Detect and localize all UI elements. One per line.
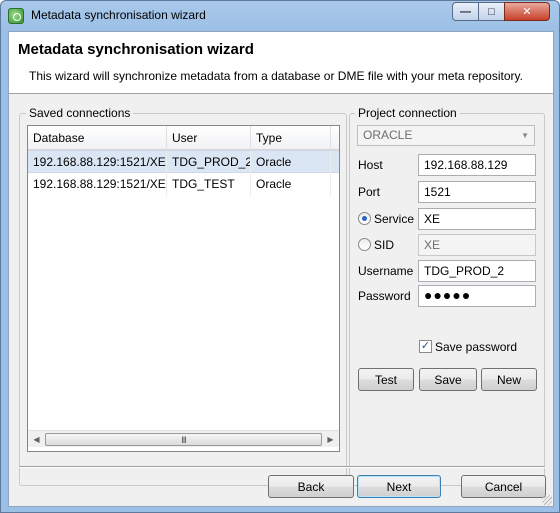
- sid-label[interactable]: SID: [374, 238, 394, 252]
- chevron-down-icon: ▼: [521, 131, 529, 140]
- database-type-select[interactable]: ORACLE ▼: [357, 125, 535, 146]
- save-button[interactable]: Save: [419, 368, 477, 391]
- scroll-left-icon[interactable]: ◀: [28, 431, 45, 448]
- minimize-button[interactable]: —: [452, 2, 479, 21]
- wizard-client-area: Metadata synchronisation wizard This wiz…: [8, 31, 554, 507]
- port-input[interactable]: 1521: [418, 181, 536, 203]
- back-button[interactable]: Back: [268, 475, 354, 498]
- scroll-right-icon[interactable]: ▶: [322, 431, 339, 448]
- saved-connections-group: Saved connections Database User Type 192…: [19, 106, 347, 486]
- footer-divider: [19, 466, 545, 468]
- sid-radio[interactable]: [358, 238, 371, 251]
- username-input[interactable]: TDG_PROD_2: [418, 260, 536, 282]
- cell-user: TDG_TEST: [167, 173, 251, 196]
- table-header: Database User Type: [28, 126, 339, 150]
- cancel-button[interactable]: Cancel: [461, 475, 546, 498]
- service-label[interactable]: Service: [374, 212, 414, 226]
- connections-table[interactable]: Database User Type 192.168.88.129:1521/X…: [27, 125, 340, 452]
- cell-database: 192.168.88.129:1521/XE: [28, 173, 167, 196]
- title-bar[interactable]: Metadata synchronisation wizard — □ ✕: [1, 1, 559, 31]
- username-label: Username: [358, 264, 414, 278]
- next-button[interactable]: Next: [357, 475, 441, 498]
- resize-grip-icon[interactable]: [542, 495, 552, 505]
- window-title: Metadata synchronisation wizard: [31, 8, 206, 22]
- cell-user: TDG_PROD_2: [167, 151, 251, 174]
- column-header-user[interactable]: User: [167, 126, 251, 150]
- maximize-button[interactable]: □: [478, 2, 505, 21]
- save-password-label[interactable]: Save password: [435, 340, 517, 354]
- horizontal-scrollbar[interactable]: ◀ III ▶: [28, 430, 339, 447]
- wizard-window: Metadata synchronisation wizard — □ ✕ Me…: [0, 0, 560, 513]
- sid-input[interactable]: XE: [418, 234, 536, 256]
- new-button[interactable]: New: [481, 368, 537, 391]
- host-input[interactable]: 192.168.88.129: [418, 154, 536, 176]
- service-radio[interactable]: [358, 212, 371, 225]
- password-input[interactable]: ●●●●●: [418, 285, 536, 307]
- password-label: Password: [358, 289, 411, 303]
- column-header-type[interactable]: Type: [251, 126, 331, 150]
- wizard-header: Metadata synchronisation wizard This wiz…: [9, 32, 553, 94]
- close-button[interactable]: ✕: [504, 2, 550, 21]
- saved-connections-label: Saved connections: [26, 106, 134, 120]
- service-input[interactable]: XE: [418, 208, 536, 230]
- scrollbar-thumb[interactable]: III: [45, 433, 322, 446]
- project-connection-group: Project connection ORACLE ▼ Host 192.168…: [349, 106, 545, 486]
- host-label: Host: [358, 158, 383, 172]
- column-header-database[interactable]: Database: [28, 126, 167, 150]
- table-row[interactable]: 192.168.88.129:1521/XE TDG_TEST Oracle: [28, 173, 339, 196]
- page-description: This wizard will synchronize metadata fr…: [29, 69, 523, 83]
- test-button[interactable]: Test: [358, 368, 414, 391]
- project-connection-label: Project connection: [355, 106, 460, 120]
- cell-database: 192.168.88.129:1521/XE: [28, 151, 167, 174]
- table-row[interactable]: 192.168.88.129:1521/XE TDG_PROD_2 Oracle: [28, 150, 339, 174]
- port-label: Port: [358, 185, 381, 199]
- cell-type: Oracle: [251, 173, 331, 196]
- save-password-checkbox[interactable]: ✓: [419, 340, 432, 353]
- database-type-value: ORACLE: [363, 128, 413, 142]
- page-title: Metadata synchronisation wizard: [18, 41, 254, 58]
- cell-type: Oracle: [251, 151, 331, 174]
- app-icon: [8, 8, 24, 24]
